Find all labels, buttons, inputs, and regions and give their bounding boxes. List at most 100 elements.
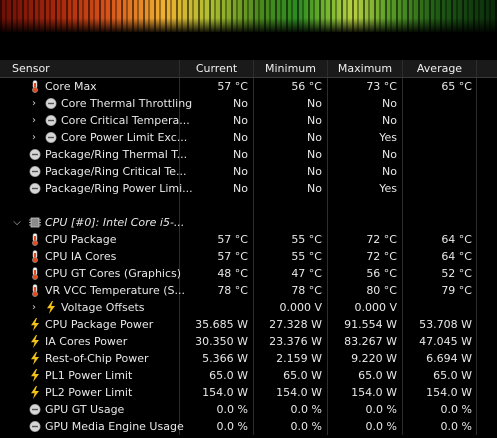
value-current: 154.0 W (180, 384, 254, 401)
value-current: 78 °C (180, 282, 254, 299)
value-current: 65.0 W (180, 367, 254, 384)
column-header-current[interactable]: Current (180, 60, 254, 77)
sensor-label: Package/Ring Power Limi... (45, 182, 193, 195)
value-minimum: 65.0 W (254, 367, 328, 384)
value-current: No (180, 95, 254, 112)
value-maximum: 80 °C (328, 282, 403, 299)
value-maximum: Yes (328, 180, 403, 197)
chevron-right-icon[interactable]: › (29, 95, 39, 112)
chevron-right-icon[interactable]: › (29, 112, 39, 129)
value-average: 79 °C (403, 282, 477, 299)
column-header-maximum[interactable]: Maximum (328, 60, 403, 77)
table-row[interactable]: Package/Ring Thermal T... No No No (0, 146, 497, 163)
table-row[interactable]: CPU Package Power 35.685 W 27.328 W 91.554 … (0, 316, 497, 333)
value-average (403, 95, 477, 112)
column-header-sensor[interactable]: Sensor (0, 60, 180, 77)
toolbar-strip (0, 32, 497, 61)
chevron-right-icon[interactable]: › (29, 299, 39, 316)
thermometer-icon (29, 284, 41, 297)
table-row[interactable]: GPU Media Engine Usage 0.0 % 0.0 % 0.0 % 0.0… (0, 418, 497, 435)
value-current: No (180, 180, 254, 197)
table-row[interactable]: Package/Ring Power Limi... No No Yes (0, 180, 497, 197)
value-average: 53.708 W (403, 316, 477, 333)
table-row[interactable]: › Core Power Limit Exc... No No Yes (0, 129, 497, 146)
app-banner (0, 0, 497, 32)
column-header-minimum[interactable]: Minimum (254, 60, 328, 77)
sensor-label: Package/Ring Thermal T... (45, 148, 188, 161)
value-current: 0.0 % (180, 418, 254, 435)
value-average: 65 °C (403, 78, 477, 95)
bolt-icon (29, 386, 41, 399)
value-maximum: 0.0 % (328, 418, 403, 435)
value-average: 0.0 % (403, 418, 477, 435)
value-average (403, 112, 477, 129)
value-average (403, 180, 477, 197)
value-minimum: No (254, 129, 328, 146)
value-maximum: No (328, 146, 403, 163)
table-row[interactable]: GPU GT Usage 0.0 % 0.0 % 0.0 % 0.0 % (0, 401, 497, 418)
table-row[interactable]: VR VCC Temperature (S... 78 °C 78 °C 80 °C 7… (0, 282, 497, 299)
value-minimum: 23.376 W (254, 333, 328, 350)
value-current: No (180, 146, 254, 163)
sensor-label: PL2 Power Limit (45, 386, 133, 399)
chevron-down-icon[interactable]: ⌵ (12, 214, 22, 231)
value-average: 64 °C (403, 231, 477, 248)
table-row[interactable]: CPU GT Cores (Graphics) 48 °C 47 °C 56 °C 52… (0, 265, 497, 282)
value-current: No (180, 112, 254, 129)
value-minimum: 55 °C (254, 248, 328, 265)
sensor-label: Core Critical Tempera... (61, 114, 190, 127)
table-row[interactable]: › Voltage Offsets 0.000 V 0.000 V (0, 299, 497, 316)
sensor-label: IA Cores Power (45, 335, 128, 348)
sensor-label: CPU IA Cores (45, 250, 117, 263)
value-current: 57 °C (180, 248, 254, 265)
thermometer-icon (29, 267, 41, 280)
value-average (403, 163, 477, 180)
table-row[interactable]: › Core Critical Tempera... No No No (0, 112, 497, 129)
table-row[interactable]: IA Cores Power 30.350 W 23.376 W 83.267 W 47… (0, 333, 497, 350)
chevron-right-icon[interactable]: › (29, 129, 39, 146)
table-row[interactable]: Package/Ring Critical Te... No No No (0, 163, 497, 180)
value-average: 64 °C (403, 248, 477, 265)
table-row[interactable]: CPU Package 57 °C 55 °C 72 °C 64 °C (0, 231, 497, 248)
value-minimum: 27.328 W (254, 316, 328, 333)
table-row[interactable]: PL2 Power Limit 154.0 W 154.0 W 154.0 W 154.… (0, 384, 497, 401)
circle-minus-icon (29, 403, 41, 416)
value-current: 5.366 W (180, 350, 254, 367)
value-minimum: 78 °C (254, 282, 328, 299)
circle-minus-icon (45, 114, 57, 127)
value-minimum: 0.0 % (254, 401, 328, 418)
group-row-cpu[interactable]: ⌵ CPU [#0]: Intel Core i5-... (0, 214, 497, 231)
value-current: 35.685 W (180, 316, 254, 333)
table-row[interactable]: CPU IA Cores 57 °C 55 °C 72 °C 64 °C (0, 248, 497, 265)
value-maximum: No (328, 112, 403, 129)
bolt-icon (29, 335, 41, 348)
column-header-average[interactable]: Average (403, 60, 477, 77)
circle-minus-icon (45, 131, 57, 144)
value-maximum: 65.0 W (328, 367, 403, 384)
value-minimum: 0.000 V (254, 299, 328, 316)
value-minimum: 2.159 W (254, 350, 328, 367)
table-row[interactable]: Rest-of-Chip Power 5.366 W 2.159 W 9.220 W6… (0, 350, 497, 367)
sensor-label: CPU Package (45, 233, 117, 246)
table-row[interactable]: › Core Thermal Throttling No No No (0, 95, 497, 112)
value-maximum: No (328, 163, 403, 180)
table-row[interactable]: PL1 Power Limit 65.0 W 65.0 W 65.0 W 65.0 W (0, 367, 497, 384)
value-maximum: 73 °C (328, 78, 403, 95)
value-minimum: 55 °C (254, 231, 328, 248)
sensor-table: Sensor Current Minimum Maximum Average C… (0, 60, 497, 435)
bolt-icon (29, 369, 41, 382)
sensor-label: PL1 Power Limit (45, 369, 133, 382)
value-minimum: 47 °C (254, 265, 328, 282)
circle-minus-icon (45, 97, 57, 110)
group-label: CPU [#0]: Intel Core i5-... (45, 216, 185, 229)
circle-minus-icon (29, 420, 41, 433)
value-current: No (180, 129, 254, 146)
value-current: 57 °C (180, 78, 254, 95)
sensor-label: CPU GT Cores (Graphics) (45, 267, 182, 280)
bolt-icon (29, 318, 41, 331)
value-minimum: 56 °C (254, 78, 328, 95)
value-minimum: No (254, 163, 328, 180)
value-average: 6.694 W (403, 350, 477, 367)
table-row[interactable]: Core Max 57 °C 56 °C 73 °C 65 °C (0, 78, 497, 95)
value-minimum: No (254, 180, 328, 197)
